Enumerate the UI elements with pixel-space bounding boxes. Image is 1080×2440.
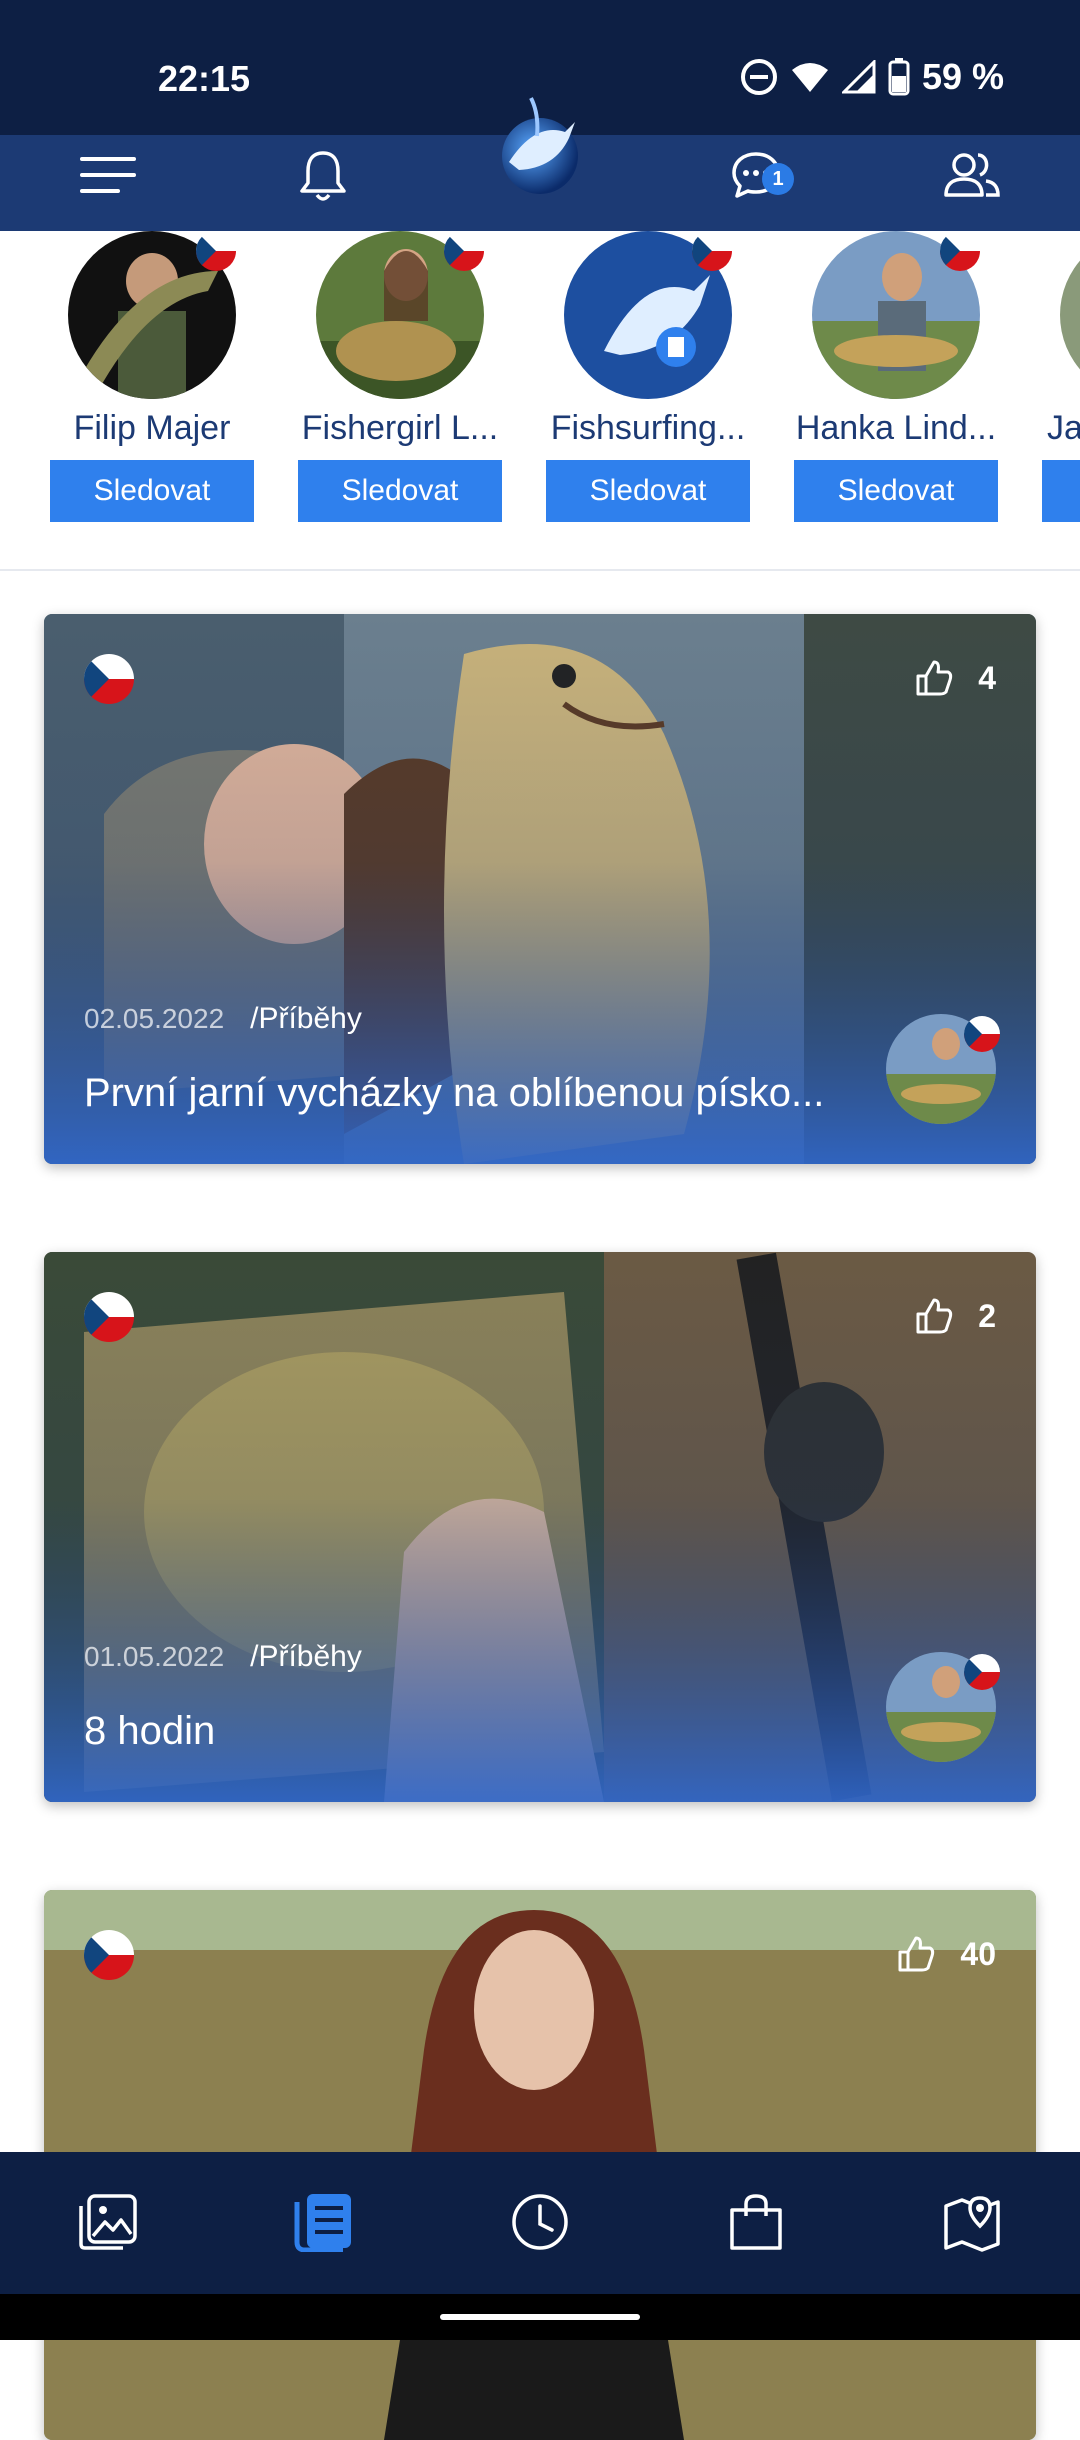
czech-flag-icon <box>692 231 732 271</box>
hamburger-menu-icon[interactable] <box>68 135 148 215</box>
bell-icon[interactable] <box>283 135 363 215</box>
post-meta: 01.05.2022 /Příběhy <box>84 1640 362 1674</box>
battery-icon <box>888 58 910 96</box>
map-pin-icon[interactable] <box>932 2182 1012 2262</box>
post-card[interactable]: 2 01.05.2022 /Příběhy 8 hodin <box>44 1252 1036 1802</box>
like-button[interactable]: 4 <box>914 658 996 698</box>
author-avatar[interactable] <box>886 1014 1000 1124</box>
czech-flag-icon <box>964 1016 1000 1052</box>
follow-button[interactable]: Sledovat <box>794 460 998 522</box>
do-not-disturb-icon <box>740 59 777 95</box>
post-title[interactable]: 8 hodin <box>84 1709 884 1754</box>
status-icons: 59 % <box>740 56 1004 98</box>
post-meta: 02.05.2022 /Příběhy <box>84 1002 362 1036</box>
follow-card: Ja <box>1042 231 1080 522</box>
follow-card: Fishsurfing... Sledovat <box>546 231 750 522</box>
like-count: 2 <box>978 1297 996 1334</box>
czech-flag-icon <box>196 231 236 271</box>
follow-name: Ja <box>1047 409 1080 447</box>
czech-flag-icon <box>444 231 484 271</box>
follow-suggestions: Filip Majer Sledovat Fishergirl L... Sle… <box>0 231 1080 571</box>
avatar[interactable] <box>564 231 732 399</box>
follow-button[interactable] <box>1042 460 1080 522</box>
clock-icon[interactable] <box>500 2182 580 2262</box>
avatar[interactable] <box>68 231 236 399</box>
messages-badge: 1 <box>762 163 794 195</box>
follow-name: Fishergirl L... <box>301 409 499 447</box>
like-count: 40 <box>960 1935 996 1972</box>
like-button[interactable]: 2 <box>914 1296 996 1336</box>
follow-button[interactable]: Sledovat <box>50 460 254 522</box>
post-category[interactable]: /Příběhy <box>250 1640 362 1674</box>
articles-icon[interactable] <box>284 2182 364 2262</box>
post-card[interactable]: 4 02.05.2022 /Příběhy První jarní vycház… <box>44 614 1036 1164</box>
czech-flag-icon <box>84 1292 134 1342</box>
avatar[interactable] <box>1060 231 1080 399</box>
follow-card: Filip Majer Sledovat <box>50 231 254 522</box>
post-date: 01.05.2022 <box>84 1641 225 1672</box>
author-avatar[interactable] <box>886 1652 1000 1762</box>
avatar[interactable] <box>812 231 980 399</box>
status-time: 22:15 <box>158 58 251 99</box>
follow-card: Fishergirl L... Sledovat <box>298 231 502 522</box>
thumbs-up-icon <box>916 1298 953 1334</box>
fishsurfing-logo[interactable] <box>495 92 585 208</box>
gallery-icon[interactable] <box>68 2182 148 2262</box>
follow-button[interactable]: Sledovat <box>298 460 502 522</box>
czech-flag-icon <box>940 231 980 271</box>
follow-name: Fishsurfing... <box>550 409 746 447</box>
czech-flag-icon <box>84 1930 134 1980</box>
gesture-area <box>0 2294 1080 2340</box>
home-gesture-bar[interactable] <box>440 2314 640 2320</box>
post-category[interactable]: /Příběhy <box>250 1002 362 1036</box>
czech-flag-icon <box>84 654 134 704</box>
post-title[interactable]: První jarní vycházky na oblíbenou písko.… <box>84 1071 884 1116</box>
post-date: 02.05.2022 <box>84 1003 225 1034</box>
follow-name: Hanka Lind... <box>795 409 997 447</box>
follow-name: Filip Majer <box>73 409 231 447</box>
follow-card: Hanka Lind... Sledovat <box>794 231 998 522</box>
people-icon[interactable] <box>932 135 1012 215</box>
shopping-bag-icon[interactable] <box>716 2182 796 2262</box>
avatar[interactable] <box>316 231 484 399</box>
signal-icon <box>841 60 876 94</box>
wifi-icon <box>791 63 828 92</box>
czech-flag-icon <box>964 1654 1000 1690</box>
bottom-navigation <box>0 2152 1080 2294</box>
follow-button[interactable]: Sledovat <box>546 460 750 522</box>
thumbs-up-icon <box>916 660 953 696</box>
like-count: 4 <box>978 659 996 696</box>
battery-level: 59 % <box>921 56 1004 97</box>
thumbs-up-icon <box>898 1936 935 1972</box>
like-button[interactable]: 40 <box>896 1934 996 1974</box>
